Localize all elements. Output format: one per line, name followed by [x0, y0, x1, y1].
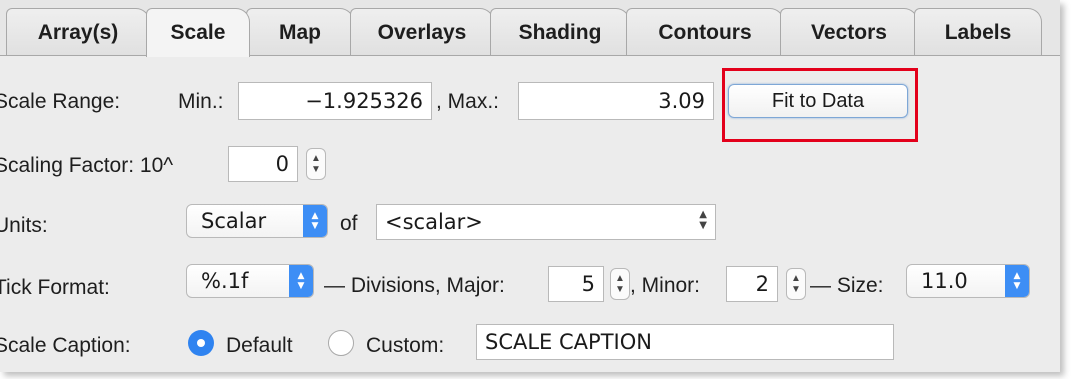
- tab-labels[interactable]: Labels: [914, 8, 1042, 56]
- chevron-down-icon: ▼: [791, 284, 801, 295]
- size-label: — Size:: [810, 274, 884, 297]
- chevron-up-icon: ▲: [615, 273, 625, 284]
- tab-vectors[interactable]: Vectors: [780, 8, 918, 56]
- tab-label: Shading: [518, 20, 602, 44]
- major-stepper[interactable]: ▲ ▼: [610, 268, 630, 300]
- default-radio-label: Default: [226, 334, 293, 357]
- scale-range-label: Scale Range:: [0, 90, 121, 113]
- default-radio[interactable]: [188, 330, 214, 356]
- chevron-down-icon: ▼: [311, 164, 321, 175]
- of-label: of: [340, 212, 358, 235]
- chevron-up-icon: ▲: [311, 153, 321, 164]
- chevron-down-icon: ▼: [615, 284, 625, 295]
- chevron-updown-icon: ▲ ▼: [303, 205, 327, 237]
- size-value: 11.0: [921, 269, 968, 293]
- units-label: Units:: [0, 214, 48, 237]
- chevron-updown-icon: ▲ ▼: [289, 265, 313, 297]
- scaling-factor-stepper[interactable]: ▲ ▼: [306, 148, 326, 180]
- tab-scale[interactable]: Scale: [146, 8, 250, 57]
- scaling-factor-input[interactable]: 0: [228, 146, 298, 182]
- minor-label: , Minor:: [630, 274, 701, 297]
- tab-label: Map: [279, 20, 321, 44]
- units-combo-value: <scalar>: [385, 210, 483, 234]
- tick-format-value: %.1f: [201, 269, 249, 293]
- tab-overlays[interactable]: Overlays: [350, 8, 494, 56]
- divisions-major-label: — Divisions, Major:: [324, 274, 505, 297]
- tab-label: Array(s): [37, 20, 119, 44]
- chevron-up-icon: ▲: [791, 273, 801, 284]
- chevron-updown-icon: ▲ ▼: [1005, 265, 1029, 297]
- scale-settings-panel: Array(s) Map Overlays Shading Contours V…: [0, 0, 1060, 372]
- max-label: , Max.:: [436, 90, 500, 113]
- custom-caption-input[interactable]: SCALE CAPTION: [476, 324, 894, 360]
- tab-label: Labels: [944, 20, 1012, 44]
- tick-format-select[interactable]: %.1f ▲ ▼: [186, 264, 314, 298]
- units-select-value: Scalar: [201, 209, 267, 233]
- scaling-factor-label: Scaling Factor: 10^: [0, 154, 174, 177]
- tab-label: Contours: [658, 20, 752, 44]
- custom-radio-label: Custom:: [366, 334, 445, 357]
- highlight-box: [722, 68, 918, 142]
- units-combo[interactable]: <scalar> ▲ ▼: [376, 204, 716, 240]
- max-input[interactable]: 3.09: [518, 82, 714, 120]
- tick-format-label: Tick Format:: [0, 276, 110, 299]
- tab-map[interactable]: Map: [246, 8, 354, 56]
- tab-label: Vectors: [811, 20, 887, 44]
- minor-stepper[interactable]: ▲ ▼: [786, 268, 806, 300]
- scale-caption-label: Scale Caption:: [0, 334, 131, 357]
- min-input[interactable]: −1.925326: [238, 82, 432, 120]
- tab-contours[interactable]: Contours: [626, 8, 784, 56]
- tab-bar: Array(s) Map Overlays Shading Contours V…: [0, 0, 1060, 57]
- tab-label: Scale: [170, 21, 226, 44]
- custom-radio[interactable]: [328, 330, 354, 356]
- tab-label: Overlays: [377, 20, 467, 44]
- tab-arrays[interactable]: Array(s): [6, 8, 150, 56]
- minor-input[interactable]: 2: [726, 266, 778, 302]
- min-label: Min.:: [178, 90, 224, 113]
- units-select[interactable]: Scalar ▲ ▼: [186, 204, 328, 238]
- size-select[interactable]: 11.0 ▲ ▼: [906, 264, 1030, 298]
- tab-shading[interactable]: Shading: [490, 8, 630, 56]
- major-input[interactable]: 5: [548, 266, 604, 302]
- chevron-updown-icon: ▲ ▼: [699, 209, 707, 231]
